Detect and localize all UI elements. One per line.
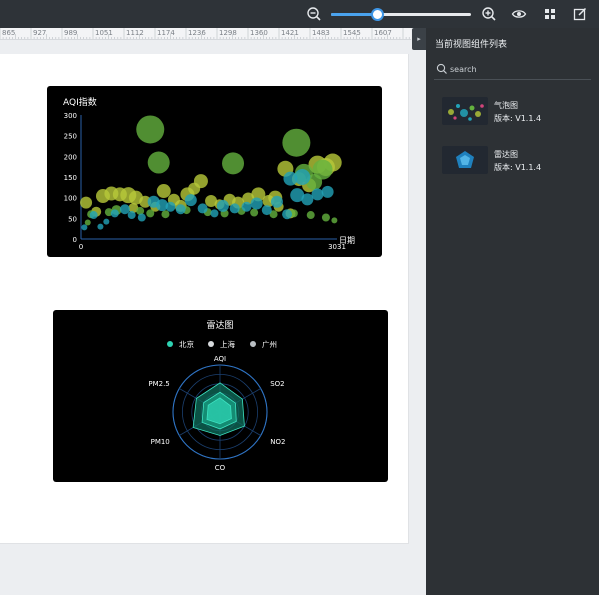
bubble-point (250, 208, 259, 217)
bubble-point (184, 194, 197, 207)
bubble-point (161, 210, 170, 219)
legend-label[interactable]: 上海 (220, 339, 235, 349)
ruler-label: 1174 (157, 29, 175, 37)
ruler-label: 1483 (312, 29, 330, 37)
ruler-label: 1298 (219, 29, 237, 37)
zoom-out-icon[interactable] (306, 6, 322, 22)
edit-icon[interactable] (572, 6, 588, 22)
ruler-label: 1545 (343, 29, 361, 37)
bubble-point (81, 224, 88, 231)
radar-indicator-label: PM2.5 (148, 380, 169, 388)
legend-label[interactable]: 北京 (179, 339, 194, 349)
y-tick-label: 300 (64, 112, 77, 120)
radar-indicator-label: SO2 (270, 380, 284, 388)
y-tick-label: 200 (64, 153, 77, 161)
search-input[interactable] (450, 62, 580, 77)
radar-chart-card[interactable]: 雷达图 北京 上海 广州 AQI SO2 NO2 CO PM10 PM2.5 (53, 310, 388, 482)
zoom-slider-track[interactable] (331, 13, 471, 16)
component-list-panel: 当前视图组件列表 气泡图 版本: V1.1.4 (426, 28, 599, 595)
bubble-chart: AQI指数 日期 0501001502002503000 3031 (63, 96, 355, 251)
grid-icon[interactable] (542, 6, 558, 22)
component-item-version: 版本: V1.1.4 (494, 163, 542, 172)
bubble-point (250, 197, 263, 210)
bubble-point (311, 188, 324, 201)
panel-search (434, 60, 591, 80)
top-toolbar (0, 0, 599, 28)
bubble-point (165, 201, 176, 212)
bubble-point (147, 151, 170, 174)
legend-label[interactable]: 广州 (262, 339, 277, 349)
ruler-label: 927 (33, 29, 47, 37)
bubble-point (270, 195, 283, 208)
eye-icon[interactable] (511, 6, 527, 22)
ruler-label: 1421 (281, 29, 299, 37)
bubble-point (222, 152, 245, 175)
bubble-point (84, 219, 91, 226)
radar-indicator-label: CO (215, 464, 226, 472)
component-item-name: 雷达图 (494, 150, 518, 159)
bubble-point (321, 213, 330, 222)
bubble-point (241, 201, 252, 212)
bubble-point (80, 196, 93, 209)
zoom-slider-thumb[interactable] (371, 8, 385, 21)
y-tick-label: 100 (64, 195, 77, 203)
bubble-point (89, 211, 98, 220)
bubble-point (127, 211, 136, 220)
ruler-label: 989 (64, 29, 78, 37)
bubble-point (229, 203, 240, 214)
radar-indicator-label: NO2 (270, 438, 285, 446)
bubble-chart-title: AQI指数 (63, 96, 97, 108)
radar-indicator-label: PM10 (151, 438, 170, 446)
zoom-in-icon[interactable] (481, 6, 497, 22)
ruler-label: 1051 (95, 29, 113, 37)
radar-chart-title: 雷达图 (206, 319, 233, 331)
bubble-point (175, 204, 186, 215)
y-tick-label: 50 (68, 215, 77, 223)
ruler-label: 865 (2, 29, 16, 37)
x-tick-label: 0 (79, 243, 83, 251)
component-item-name: 气泡图 (494, 101, 518, 110)
ruler-label: 1607 (374, 29, 392, 37)
y-tick-label: 250 (64, 133, 77, 141)
bubble-point (282, 209, 293, 220)
bubble-point (321, 185, 334, 198)
bubble-point (136, 115, 165, 144)
bubble-point (331, 217, 338, 224)
radar-chart: 雷达图 北京 上海 广州 AQI SO2 NO2 CO PM10 PM2.5 (148, 319, 285, 472)
component-item-version: 版本: V1.1.4 (494, 114, 542, 123)
radar-chart-thumbnail (442, 146, 488, 174)
legend-marker (208, 341, 214, 347)
y-tick-label: 0 (73, 236, 77, 244)
bubble-point (261, 205, 272, 216)
bubble-point (283, 171, 298, 186)
search-icon (436, 63, 448, 75)
bubble-point (137, 213, 146, 222)
bubble-point (110, 209, 119, 218)
bubble-point (282, 128, 311, 157)
bubble-point (103, 218, 110, 225)
bubble-point (306, 211, 315, 220)
bubble-chart-card[interactable]: AQI指数 日期 0 50 100 150 200 250 300 0 3031 (47, 86, 382, 257)
legend-marker (250, 341, 256, 347)
ruler-label: 1112 (126, 29, 144, 37)
bubble-point (216, 199, 229, 212)
bubble-point (197, 203, 208, 214)
bubble-point (146, 209, 155, 218)
panel-collapse-button[interactable]: ▸ (412, 28, 426, 50)
ruler-label: 1360 (250, 29, 268, 37)
horizontal-ruler: 865 927 989 1051 1112 1174 1236 1298 1360 1421 148… (0, 28, 411, 40)
component-item-radar[interactable]: 雷达图 版本: V1.1.4 (442, 146, 592, 174)
bubble-point (193, 174, 208, 189)
legend-marker (167, 341, 173, 347)
bubble-chart-thumbnail (442, 97, 488, 125)
radar-indicator-label: AQI (214, 355, 226, 363)
bubble-point (97, 223, 104, 230)
component-item-bubble[interactable]: 气泡图 版本: V1.1.4 (442, 97, 592, 125)
bubble-point (210, 209, 219, 218)
panel-title: 当前视图组件列表 (435, 40, 508, 50)
y-tick-label: 150 (64, 174, 77, 182)
x-tick-label: 3031 (328, 243, 346, 251)
ruler-label: 1236 (188, 29, 206, 37)
bubble-point (156, 184, 171, 199)
